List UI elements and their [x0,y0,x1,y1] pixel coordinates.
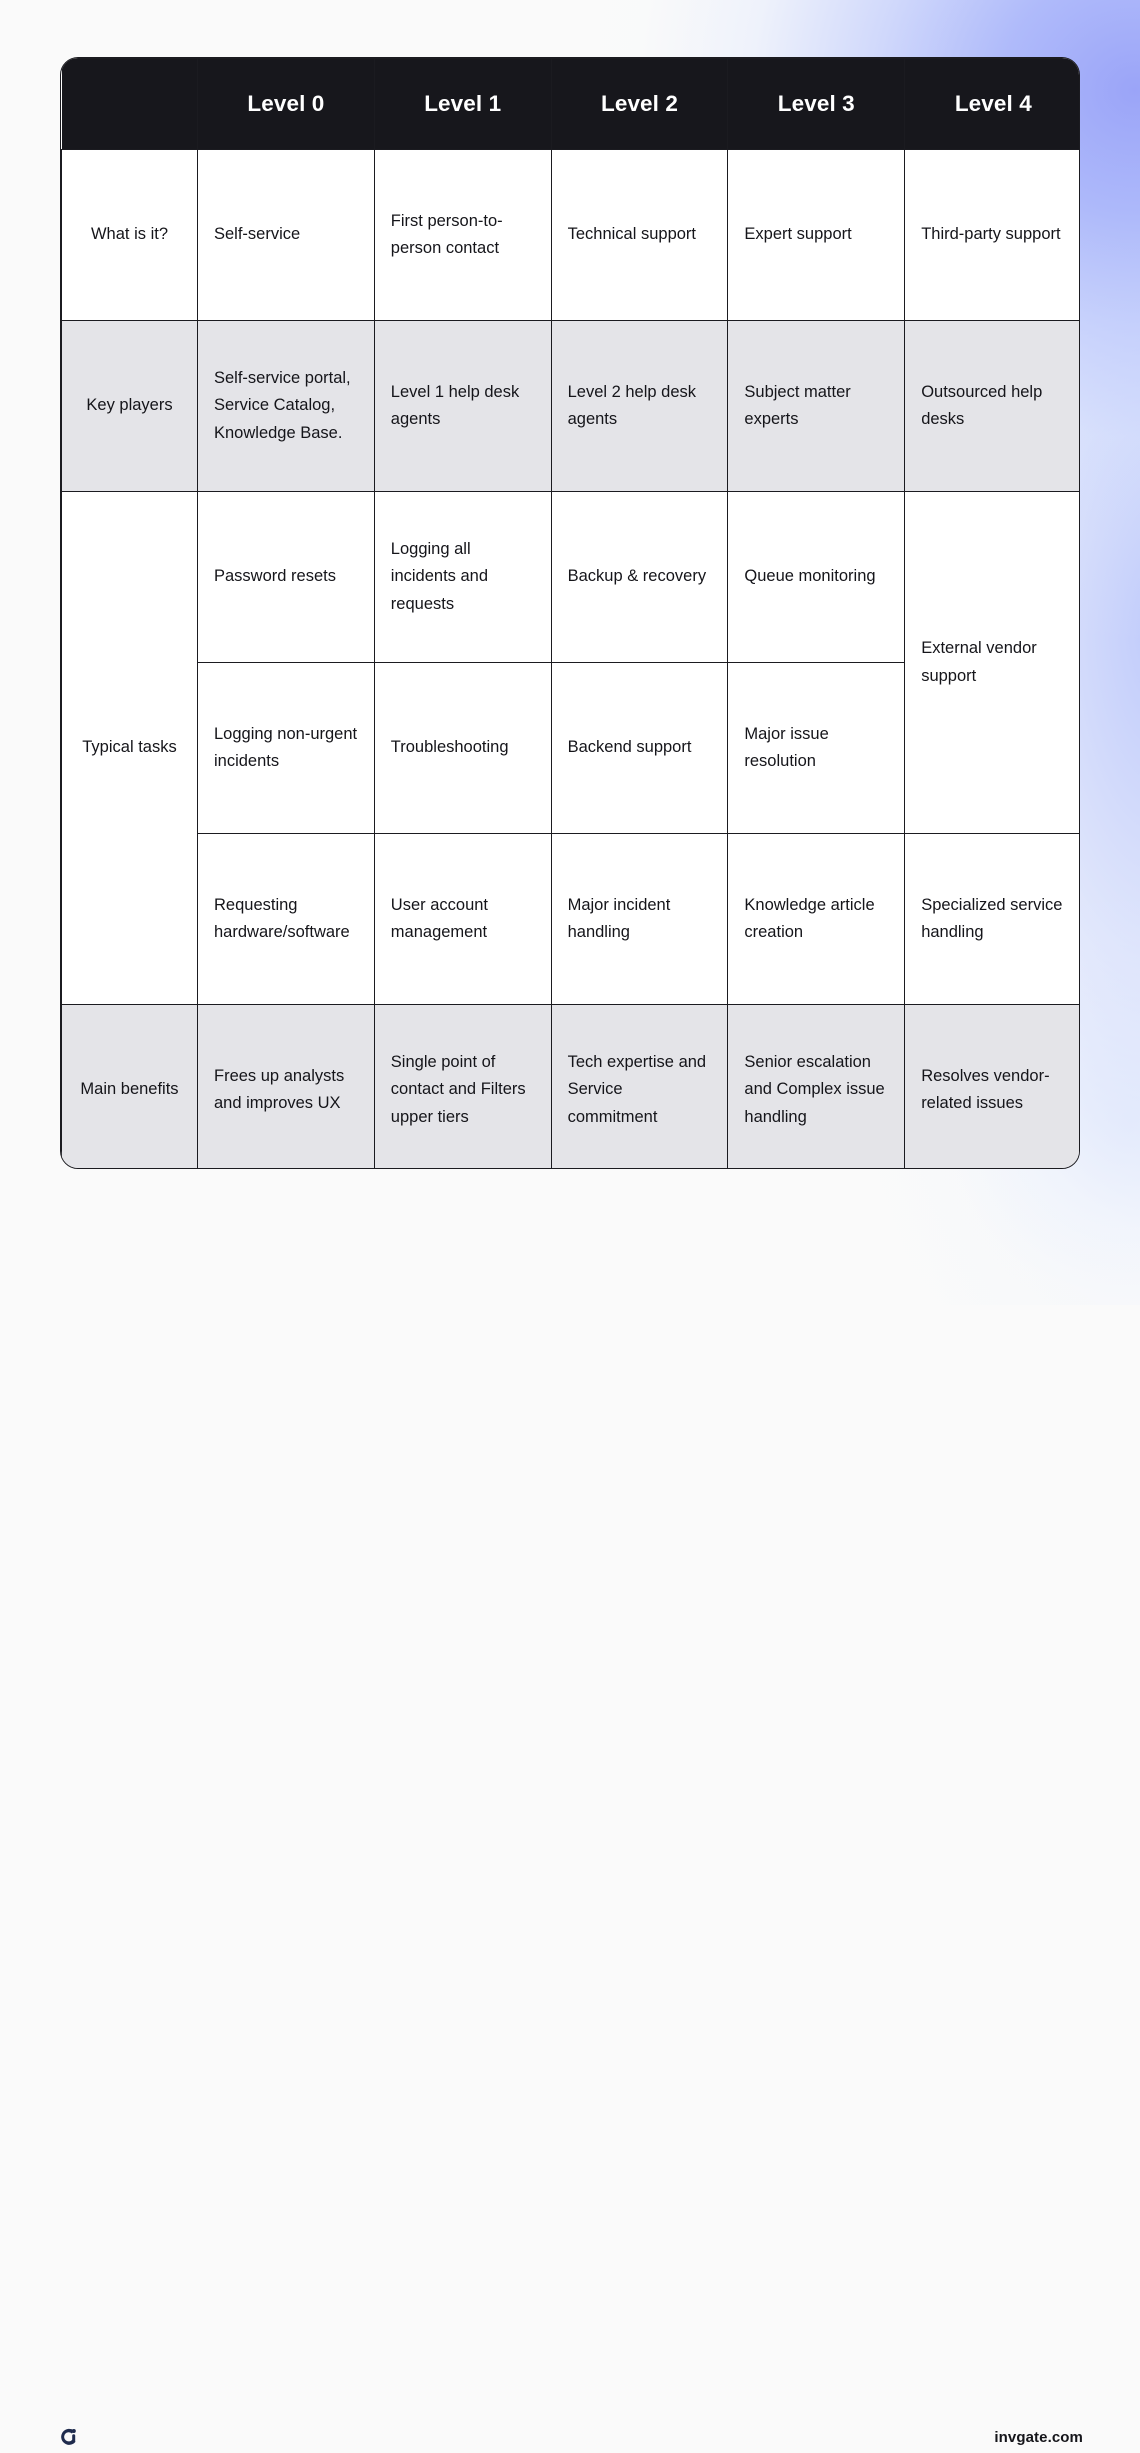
cell-main-benefits-level-0: Frees up analysts and improves UX [197,1004,375,1168]
cell-typical-tasks-2-level-0: Logging non-urgent incidents [197,662,375,834]
cell-key-players-level-1: Level 1 help desk agents [373,320,552,492]
row-label-typical-tasks: Typical tasks [61,491,198,1005]
cell-key-players-level-2: Level 2 help desk agents [550,320,729,492]
cell-what-is-it-level-4: Third-party support [904,149,1079,321]
cell-typical-tasks-1-level-1: Logging all incidents and requests [373,491,552,663]
cell-key-players-level-0: Self-service portal, Service Catalog, Kn… [197,320,375,492]
cell-key-players-level-4: Outsourced help desks [904,320,1079,492]
cell-typical-tasks-1-level-2: Backup & recovery [550,491,729,663]
support-levels-table: Level 0 Level 1 Level 2 Level 3 Level 4 … [61,58,1079,1168]
cell-main-benefits-level-1: Single point of contact and Filters uppe… [373,1004,552,1168]
cell-typical-tasks-3-level-3: Knowledge article creation [727,833,906,1005]
cell-what-is-it-level-0: Self-service [197,149,375,321]
cell-key-players-level-3: Subject matter experts [727,320,906,492]
cell-main-benefits-level-2: Tech expertise and Service commitment [550,1004,729,1168]
cell-what-is-it-level-3: Expert support [727,149,906,321]
cell-typical-tasks-3-level-0: Requesting hardware/software [197,833,375,1005]
column-header-level-3: Level 3 [727,58,906,150]
table-row-key-players: Key players Self-service portal, Service… [61,320,1079,492]
cell-typical-tasks-2-level-1: Troubleshooting [373,662,552,834]
footer-domain-label: invgate.com [994,2429,1083,2446]
cell-what-is-it-level-1: First person-to-person contact [373,149,552,321]
header-corner-cell [61,58,198,150]
row-label-what-is-it: What is it? [61,149,198,321]
invgate-logo-icon [58,2426,80,2448]
cell-typical-tasks-2-level-3: Major issue resolution [727,662,906,834]
column-header-level-0: Level 0 [197,58,375,150]
table-row-what-is-it: What is it? Self-service First person-to… [61,149,1079,321]
page-footer: invgate.com [0,1205,1140,2446]
column-header-level-4: Level 4 [904,58,1079,150]
cell-main-benefits-level-4: Resolves vendor-related issues [904,1004,1079,1168]
row-label-key-players: Key players [61,320,198,492]
cell-what-is-it-level-2: Technical support [550,149,729,321]
support-levels-matrix-card: Level 0 Level 1 Level 2 Level 3 Level 4 … [60,57,1080,1169]
cell-typical-tasks-1-level-0: Password resets [197,491,375,663]
cell-typical-tasks-level-4-external-vendor-support: External vendor support [904,491,1079,834]
table-row-main-benefits: Main benefits Frees up analysts and impr… [61,1004,1079,1168]
column-header-level-2: Level 2 [550,58,729,150]
row-label-main-benefits: Main benefits [61,1004,198,1168]
table-row-typical-tasks-1: Typical tasks Password resets Logging al… [61,491,1079,1005]
cell-typical-tasks-level-4-specialized-service-handling: Specialized service handling [904,833,1079,1005]
column-header-level-1: Level 1 [373,58,552,150]
cell-typical-tasks-2-level-2: Backend support [550,662,729,834]
table-body: What is it? Self-service First person-to… [61,149,1079,1168]
table-header: Level 0 Level 1 Level 2 Level 3 Level 4 [61,58,1079,150]
cell-main-benefits-level-3: Senior escalation and Complex issue hand… [727,1004,906,1168]
cell-typical-tasks-3-level-2: Major incident handling [550,833,729,1005]
cell-typical-tasks-1-level-3: Queue monitoring [727,491,906,663]
header-row: Level 0 Level 1 Level 2 Level 3 Level 4 [61,58,1079,150]
table-row-typical-tasks-3: Requesting hardware/software User accoun… [62,833,1079,1005]
cell-typical-tasks-3-level-1: User account management [373,833,552,1005]
